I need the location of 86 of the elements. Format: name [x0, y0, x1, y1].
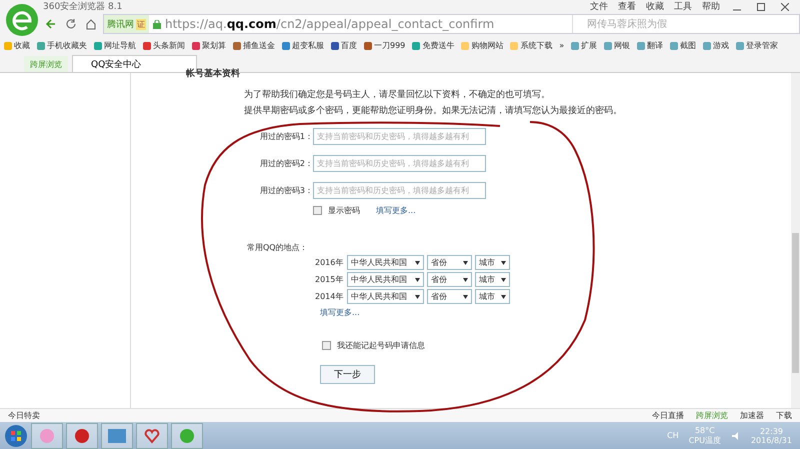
caret-icon [501, 278, 506, 282]
checkbox-label: 显示密码 [328, 205, 360, 216]
year-label: 2015年 [315, 274, 344, 285]
caret-icon [463, 294, 468, 298]
back-arrow-icon [45, 18, 57, 30]
home-icon [85, 18, 97, 30]
reload-icon [65, 18, 77, 30]
address-bar[interactable]: 腾讯网 证 https://aq.qq.com/cn2/appeal/appeal_contact_confirm 网传马蓉床照为假 [103, 14, 800, 34]
year-label: 2014年 [315, 291, 344, 302]
year-label: 2016年 [315, 257, 344, 268]
province-select[interactable]: 省份 [427, 272, 472, 287]
password-field[interactable]: 支持当前密码和历史密码，填得越多越有利 [313, 154, 486, 172]
more-link[interactable]: 填写更多... [376, 205, 416, 216]
city-select[interactable]: 城市 [475, 272, 510, 287]
extension-item[interactable]: 网银 [604, 40, 630, 51]
more-bookmarks[interactable]: » [559, 41, 564, 50]
bookmark-item[interactable]: 系统下载 [510, 40, 552, 51]
field-label: 用过的密码2： [258, 158, 313, 168]
intro-text: 提供早期密码或多个密码，更能帮助您证明身份。如果无法记清，请填写您认为最接近的密码。 [244, 104, 623, 118]
city-select[interactable]: 城市 [475, 289, 510, 304]
bookmark-item[interactable]: 捕鱼送金 [233, 40, 275, 51]
bookmark-item[interactable]: 收藏 [4, 40, 30, 51]
field-label: 用过的密码3： [258, 184, 313, 196]
caret-icon [415, 278, 420, 282]
caret-icon [415, 260, 420, 264]
more-link[interactable]: 填写更多... [320, 307, 791, 318]
field-label: 常用QQ的地点： [247, 242, 309, 253]
bookmark-item[interactable]: 网址导航 [94, 40, 136, 51]
bookmark-item[interactable]: 手机收藏夹 [37, 40, 87, 51]
extension-item[interactable]: 游戏 [703, 40, 730, 51]
taskbar-app-icon[interactable] [66, 422, 98, 448]
scrollbar-thumb[interactable] [792, 233, 799, 373]
next-button[interactable]: 下一步 [320, 365, 375, 384]
password-field[interactable]: 支持当前密码和历史密码，填得越多越有利 [313, 128, 486, 144]
bookmark-item[interactable]: 聚划算 [192, 40, 226, 51]
bookmark-item[interactable]: 购物网站 [461, 40, 504, 51]
status-item[interactable]: 加速器 [740, 411, 764, 420]
menu-item[interactable]: 帮助 [702, 0, 720, 13]
country-select[interactable]: 中华人民共和国 [347, 255, 424, 270]
taskbar-app-icon[interactable] [171, 422, 203, 448]
temperature-text: 58°C [694, 426, 715, 434]
taskbar-app-icon[interactable] [101, 422, 133, 448]
checkbox-label: 我还能记起号码申请信息 [337, 340, 425, 351]
bookmark-item[interactable]: 免费送牛 [412, 40, 454, 51]
menu-item[interactable]: 文件 [590, 0, 608, 13]
caret-icon [415, 294, 420, 298]
intro-text: 为了帮助我们确定您是号码主人，请尽量回忆以下资料，不确定的也可填写。 [244, 88, 551, 102]
lock-icon [153, 20, 161, 28]
checkbox[interactable] [313, 206, 322, 215]
bookmark-item[interactable]: 百度 [331, 40, 357, 51]
province-select[interactable]: 省份 [427, 255, 472, 270]
status-left-text[interactable]: 今日特卖 [8, 410, 40, 421]
caret-icon [463, 278, 468, 282]
country-select[interactable]: 中华人民共和国 [347, 272, 424, 287]
password-field[interactable]: 支持当前密码和历史密码，填得越多越有利 [313, 182, 486, 198]
bookmark-item[interactable]: 超变私服 [282, 40, 324, 51]
window-title: 360安全浏览器 8.1 [43, 0, 122, 13]
site-label[interactable]: 腾讯网 证 [104, 15, 149, 33]
caret-icon [501, 260, 506, 264]
caret-icon [463, 260, 468, 264]
section-title: 帐号基本资料 [186, 70, 241, 79]
menu-item[interactable]: 收藏 [646, 0, 664, 13]
maximize-icon[interactable] [757, 2, 765, 10]
extension-item[interactable]: 翻译 [637, 40, 664, 51]
extension-item[interactable]: 截图 [670, 40, 696, 51]
url-text: https://aq.qq.com/cn2/appeal/appeal_contact_confirm [165, 17, 496, 31]
status-item[interactable]: 今日直播 [652, 411, 684, 420]
province-select[interactable]: 省份 [427, 289, 472, 304]
taskbar-app-icon[interactable] [136, 422, 168, 448]
volume-icon[interactable] [730, 430, 741, 440]
menu-item[interactable]: 工具 [674, 0, 692, 13]
city-select[interactable]: 城市 [475, 255, 510, 270]
bookmark-item[interactable]: 一刀999 [364, 40, 406, 51]
checkbox[interactable] [322, 341, 331, 350]
country-select[interactable]: 中华人民共和国 [347, 289, 424, 304]
taskbar-app-icon[interactable] [31, 422, 63, 448]
extension-item[interactable]: 扩展 [571, 40, 598, 51]
menu-item[interactable]: 查看 [618, 0, 636, 13]
status-item[interactable]: 下载 [776, 411, 792, 420]
extension-item[interactable]: 登录管家 [736, 40, 778, 51]
close-icon[interactable] [781, 2, 789, 10]
temperature-label: CPU温度 [688, 434, 721, 446]
bookmark-item[interactable]: 头条新闻 [143, 40, 185, 51]
caret-icon [501, 294, 506, 298]
start-icon[interactable] [4, 424, 28, 448]
field-label: 用过的密码1： [258, 130, 313, 142]
